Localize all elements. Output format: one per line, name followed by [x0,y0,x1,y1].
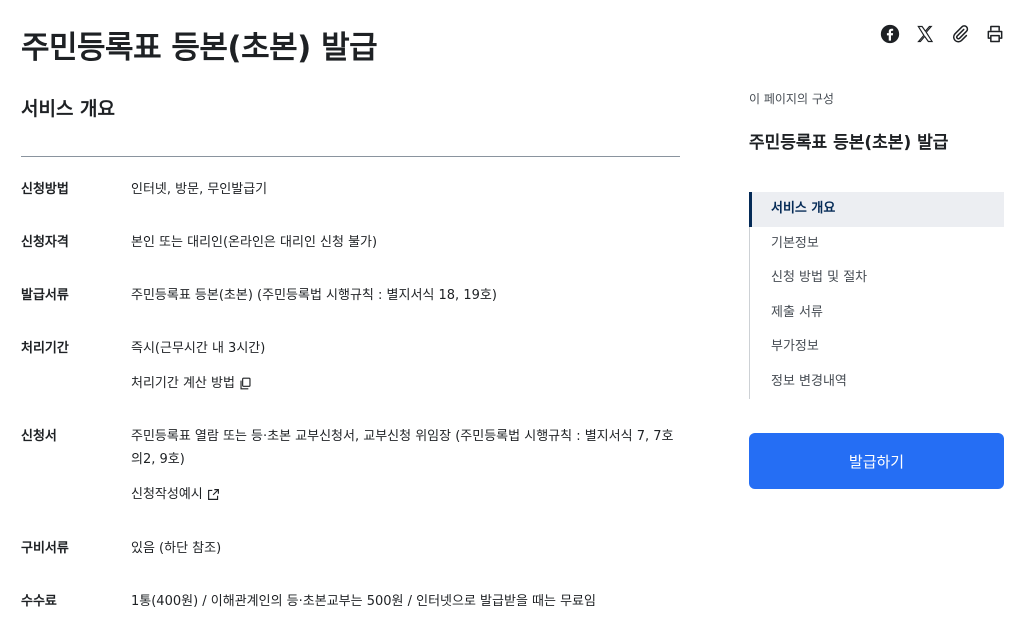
info-row-eligibility: 신청자격 본인 또는 대리인(온라인은 대리인 신청 불가) [21,231,681,254]
info-row-method: 신청방법 인터넷, 방문, 무인발급기 [21,178,681,201]
toc-caption: 이 페이지의 구성 [749,92,834,106]
info-label: 수수료 [21,594,57,609]
info-value: 주민등록표 등본(초본) (주민등록법 시행규칙 : 별지서식 18, 19호) [131,288,497,303]
info-value: 즉시(근무시간 내 3시간) 처리기간 계산 방법 [131,337,681,395]
link-label: 처리기간 계산 방법 [131,376,235,391]
section-title: 서비스 개요 [21,98,116,120]
info-value: 본인 또는 대리인(온라인은 대리인 신청 불가) [131,235,378,250]
toc-item-change-history[interactable]: 정보 변경내역 [750,365,1004,400]
info-label: 신청서 [21,429,57,444]
info-label: 구비서류 [21,541,69,556]
link-label: 신청작성예시 [131,487,203,502]
info-value-text: 주민등록표 열람 또는 등·초본 교부신청서, 교부신청 위임장 (주민등록법 … [131,429,674,467]
info-row-processing-time: 처리기간 즉시(근무시간 내 3시간) 처리기간 계산 방법 [21,337,681,395]
info-value: 주민등록표 열람 또는 등·초본 교부신청서, 교부신청 위임장 (주민등록법 … [131,425,681,506]
info-value: 1통(400원) / 이해관계인의 등·초본교부는 500원 / 인터넷으로 발… [131,594,596,609]
toc-title: 주민등록표 등본(초본) 발급 [749,133,949,153]
info-value-text: 즉시(근무시간 내 3시간) [131,341,266,356]
info-label: 처리기간 [21,341,69,356]
issue-button[interactable]: 발급하기 [749,433,1004,489]
page-title: 주민등록표 등본(초본) 발급 [21,30,378,66]
toc-item-application-procedure[interactable]: 신청 방법 및 절차 [750,261,1004,296]
info-value: 있음 (하단 참조) [131,541,222,556]
printer-icon[interactable] [983,22,1006,45]
toc-item-additional-info[interactable]: 부가정보 [750,330,1004,365]
copy-icon [240,377,251,390]
application-example-link[interactable]: 신청작성예시 [131,483,220,506]
info-label: 신청방법 [21,182,69,197]
x-icon[interactable] [913,22,936,45]
info-label: 신청자격 [21,235,69,250]
toc-item-basic-info[interactable]: 기본정보 [750,227,1004,262]
toc-item-service-overview[interactable]: 서비스 개요 [749,192,1004,227]
toc-item-submission-docs[interactable]: 제출 서류 [750,296,1004,331]
toc-nav: 서비스 개요 기본정보 신청 방법 및 절차 제출 서류 부가정보 정보 변경내… [749,192,1004,399]
paperclip-icon[interactable] [948,22,971,45]
share-toolbar [878,22,1006,45]
facebook-icon[interactable] [878,22,901,45]
external-link-icon [207,489,219,500]
section-divider [21,156,680,157]
info-row-required-docs: 구비서류 있음 (하단 참조) [21,537,681,560]
info-row-documents: 발급서류 주민등록표 등본(초본) (주민등록법 시행규칙 : 별지서식 18,… [21,284,681,307]
processing-time-calc-link[interactable]: 처리기간 계산 방법 [131,372,252,395]
info-label: 발급서류 [21,288,69,303]
info-row-application-form: 신청서 주민등록표 열람 또는 등·초본 교부신청서, 교부신청 위임장 (주민… [21,425,681,506]
info-row-fee: 수수료 1통(400원) / 이해관계인의 등·초본교부는 500원 / 인터넷… [21,590,681,613]
info-value: 인터넷, 방문, 무인발급기 [131,182,268,197]
